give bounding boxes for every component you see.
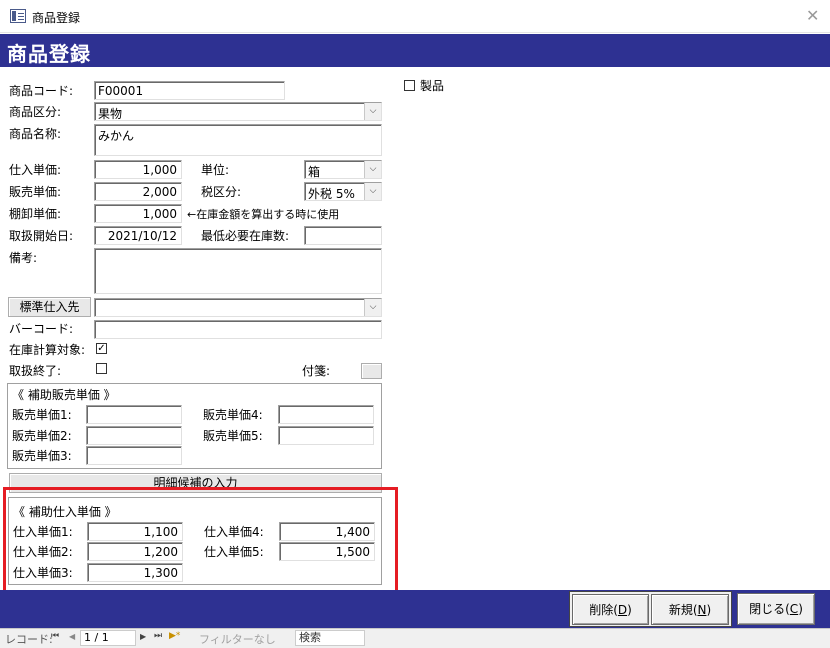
sub-sales-3-label: 販売単価3: xyxy=(12,449,72,463)
sub-sales-2-label: 販売単価2: xyxy=(12,429,72,443)
barcode-label: バーコード: xyxy=(9,322,74,336)
window-titlebar xyxy=(0,0,830,33)
discontinued-checkbox[interactable] xyxy=(96,363,107,374)
purchase-price-input[interactable]: 1,000 xyxy=(94,160,182,179)
new-button-end: ) xyxy=(706,603,712,617)
inventory-price-note: ←在庫金額を算出する時に使用 xyxy=(187,208,340,221)
form-icon xyxy=(10,9,26,23)
product-name-label: 商品名称: xyxy=(9,127,62,141)
chevron-down-icon[interactable]: ⌵ xyxy=(364,103,381,120)
standard-supplier-combo[interactable] xyxy=(94,298,382,317)
next-record-icon[interactable]: ▶ xyxy=(140,632,146,641)
close-button-text: 閉じる( xyxy=(749,602,790,616)
filter-status[interactable]: フィルターなし xyxy=(199,631,276,647)
first-record-icon[interactable]: ⏮ xyxy=(51,631,59,641)
sub-sales-5-input[interactable] xyxy=(278,426,374,445)
product-code-label: 商品コード: xyxy=(9,84,74,98)
sub-sales-2-input[interactable] xyxy=(86,426,182,445)
sticky-note-button[interactable] xyxy=(361,363,382,379)
min-stock-label: 最低必要在庫数: xyxy=(201,229,290,243)
delete-button-key: D xyxy=(617,603,628,617)
inventory-price-input[interactable]: 1,000 xyxy=(94,204,182,223)
highlight-box xyxy=(3,487,398,599)
window-title: 商品登録 xyxy=(32,11,81,25)
sub-sales-4-label: 販売単価4: xyxy=(203,408,263,422)
standard-supplier-button[interactable]: 標準仕入先 xyxy=(8,297,91,317)
product-category-label: 商品区分: xyxy=(9,105,62,119)
sub-sales-4-input[interactable] xyxy=(278,405,374,424)
stock-calc-label: 在庫計算対象: xyxy=(9,343,86,357)
unit-label: 単位: xyxy=(201,163,230,177)
form-header xyxy=(0,34,830,67)
start-date-label: 取扱開始日: xyxy=(9,229,74,243)
product-checkbox[interactable] xyxy=(404,80,415,91)
product-code-input[interactable]: F00001 xyxy=(94,81,285,100)
min-stock-input[interactable] xyxy=(304,226,382,245)
remarks-label: 備考: xyxy=(9,251,38,265)
close-button[interactable]: 閉じる(C) xyxy=(737,593,815,625)
new-button[interactable]: 新規(N) xyxy=(651,594,729,625)
new-record-icon[interactable]: ▶* xyxy=(169,631,180,641)
delete-button[interactable]: 削除(D) xyxy=(572,594,649,625)
remarks-input[interactable] xyxy=(94,248,382,294)
stock-calc-checkbox[interactable]: ✓ xyxy=(96,343,107,354)
sticky-note-label: 付箋: xyxy=(302,364,331,378)
sub-sales-3-input[interactable] xyxy=(86,446,182,465)
prev-record-icon[interactable]: ◀ xyxy=(69,632,75,641)
close-icon[interactable]: ✕ xyxy=(806,6,819,25)
sales-price-label: 販売単価: xyxy=(9,185,62,199)
new-button-text: 新規( xyxy=(668,603,698,617)
record-position-input[interactable]: 1 / 1 xyxy=(80,630,136,646)
discontinued-label: 取扱終了: xyxy=(9,364,62,378)
delete-button-text: 削除( xyxy=(589,603,618,617)
sub-sales-title: 《 補助販売単価 》 xyxy=(12,388,116,402)
delete-button-end: ) xyxy=(627,603,632,617)
close-button-key: C xyxy=(789,602,799,616)
chevron-down-icon[interactable]: ⌵ xyxy=(364,161,381,178)
sub-sales-5-label: 販売単価5: xyxy=(203,429,263,443)
tax-category-label: 税区分: xyxy=(201,185,242,199)
sub-sales-1-label: 販売単価1: xyxy=(12,408,72,422)
last-record-icon[interactable]: ⏭ xyxy=(154,631,162,641)
search-input[interactable]: 検索 xyxy=(295,630,365,646)
close-button-end: ) xyxy=(798,602,803,616)
sub-sales-1-input[interactable] xyxy=(86,405,182,424)
product-checkbox-label: 製品 xyxy=(420,79,445,93)
chevron-down-icon[interactable]: ⌵ xyxy=(364,299,381,316)
sales-price-input[interactable]: 2,000 xyxy=(94,182,182,201)
purchase-price-label: 仕入単価: xyxy=(9,163,62,177)
record-label: レコード: xyxy=(5,633,53,646)
start-date-input[interactable]: 2021/10/12 xyxy=(94,226,182,245)
chevron-down-icon[interactable]: ⌵ xyxy=(364,183,381,200)
product-category-combo[interactable]: 果物 xyxy=(94,102,382,121)
product-name-input[interactable]: みかん xyxy=(94,124,382,156)
page-title: 商品登録 xyxy=(7,42,91,66)
barcode-input[interactable] xyxy=(94,320,382,339)
inventory-price-label: 棚卸単価: xyxy=(9,207,62,221)
